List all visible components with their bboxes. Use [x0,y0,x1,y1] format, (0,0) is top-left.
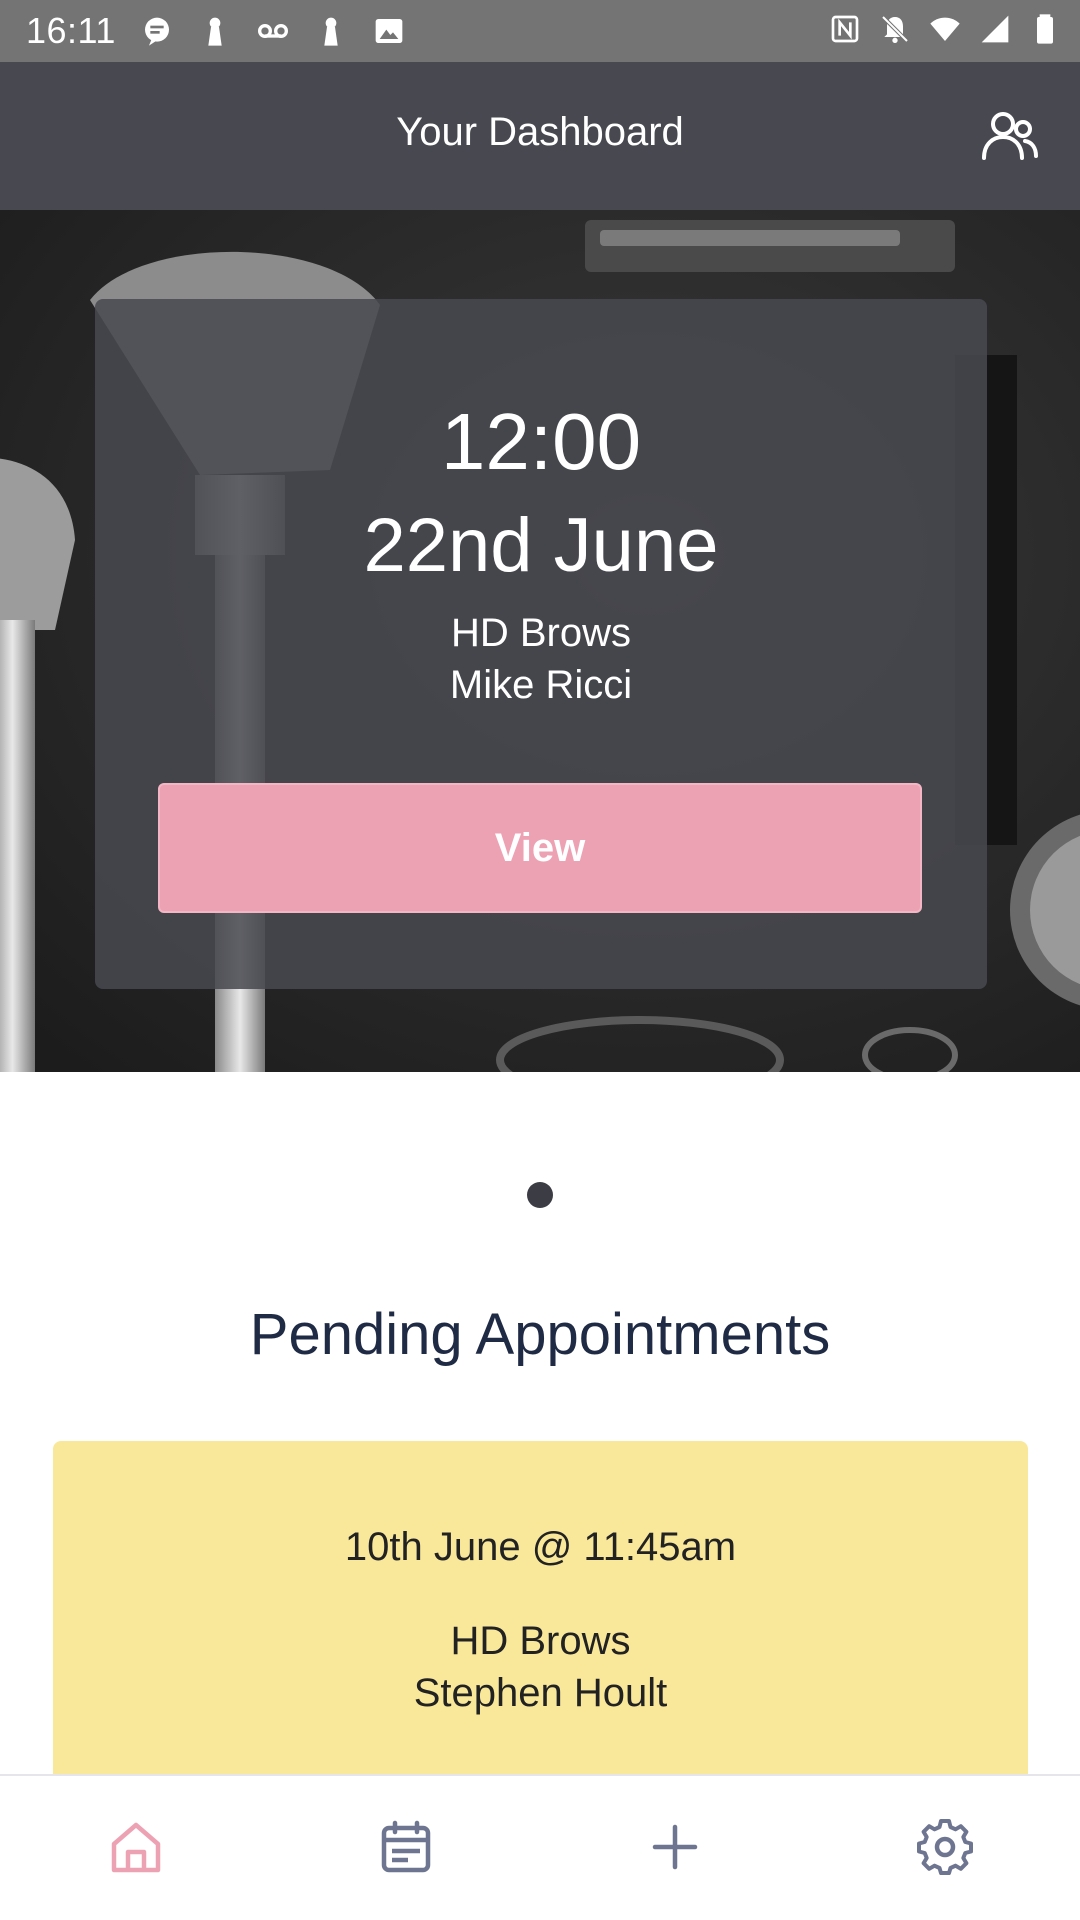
nav-add[interactable] [640,1812,710,1882]
nav-settings[interactable] [910,1812,980,1882]
keyhole-icon [198,14,232,48]
chat-icon [140,14,174,48]
bell-muted-icon [878,12,912,46]
nav-home[interactable] [101,1812,171,1882]
pending-appointment-datetime: 10th June @ 11:45am [344,1525,737,1569]
plus-icon [652,1824,698,1870]
profile-button[interactable] [980,108,1040,164]
battery-icon [1028,12,1062,46]
nav-calendar[interactable] [371,1812,441,1882]
page-title: Your Dashboard [396,110,684,154]
keyhole-icon [314,14,348,48]
pending-appointment-card[interactable]: 10th June @ 11:45am HD Brows Stephen Hou… [53,1441,1028,1781]
people-icon [982,112,1038,160]
appointment-time: 12:00 [440,397,642,486]
pending-appointment-client: Stephen Hoult [413,1671,668,1715]
hero-banner: 12:00 22nd June HD Brows Mike Ricci View [0,210,1080,1072]
app-bar: Your Dashboard [0,62,1080,210]
status-bar: 16:11 [0,0,1080,62]
status-time: 16:11 [26,10,116,51]
pending-appointments-title: Pending Appointments [249,1302,831,1367]
gear-icon [917,1819,973,1875]
calendar-icon [381,1820,431,1873]
pending-appointment-service: HD Brows [450,1619,631,1663]
featured-appointment-card: 12:00 22nd June HD Brows Mike Ricci View [95,299,987,989]
cell-signal-icon [978,12,1012,46]
appointment-client: Mike Ricci [449,663,633,707]
view-button[interactable]: View [158,783,922,913]
image-icon [372,14,406,48]
home-icon [111,1822,161,1873]
nfc-icon [828,12,862,46]
appointment-service: HD Brows [450,611,632,655]
voicemail-icon [256,14,290,48]
system-icons [828,12,1062,46]
appointment-date: 22nd June [363,503,719,588]
wifi-icon [928,12,962,46]
notification-icons [140,14,406,48]
carousel-page-indicator[interactable] [527,1182,553,1208]
bottom-navigation [0,1774,1080,1920]
